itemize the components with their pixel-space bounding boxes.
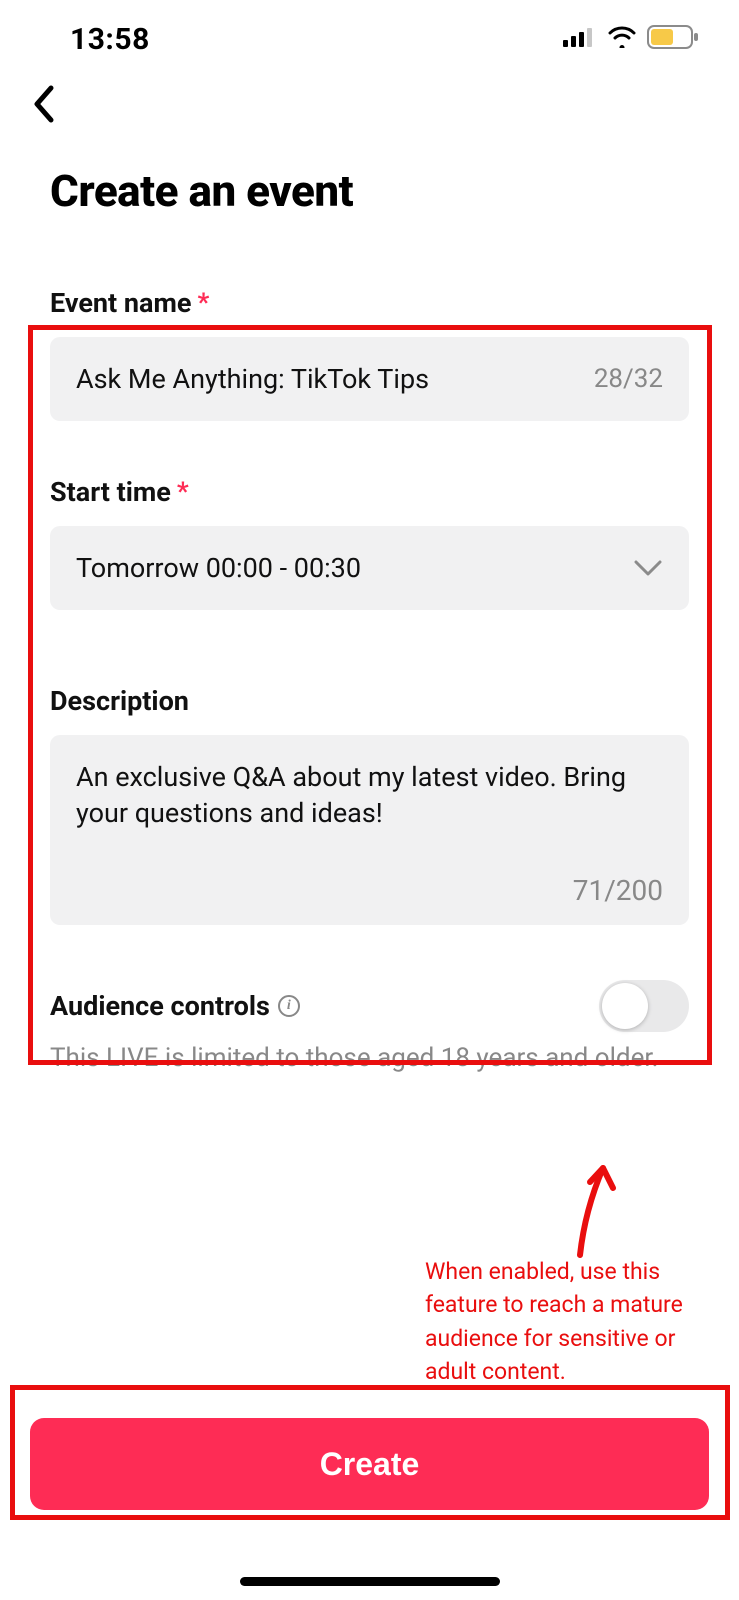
chevron-left-icon bbox=[31, 85, 57, 123]
event-name-label: Event name * bbox=[50, 287, 689, 319]
event-form: Event name * Ask Me Anything: TikTok Tip… bbox=[0, 287, 739, 925]
battery-icon bbox=[647, 25, 699, 53]
audience-subtitle: This LIVE is limited to those aged 18 ye… bbox=[50, 1040, 689, 1076]
description-label-text: Description bbox=[50, 685, 189, 717]
description-label: Description bbox=[50, 685, 689, 717]
description-value: An exclusive Q&A about my latest video. … bbox=[76, 759, 663, 832]
create-button[interactable]: Create bbox=[30, 1418, 709, 1510]
info-icon[interactable]: i bbox=[278, 995, 300, 1017]
audience-controls-section: Audience controls i This LIVE is limited… bbox=[0, 980, 739, 1076]
annotation-arrow bbox=[565, 1160, 625, 1264]
signal-icon bbox=[563, 27, 597, 51]
status-icons bbox=[563, 25, 699, 53]
start-time-label-text: Start time bbox=[50, 476, 171, 508]
event-name-group: Event name * Ask Me Anything: TikTok Tip… bbox=[50, 287, 689, 421]
back-button[interactable] bbox=[20, 80, 68, 128]
description-group: Description An exclusive Q&A about my la… bbox=[50, 685, 689, 925]
page-title: Create an event bbox=[0, 140, 739, 227]
start-time-label: Start time * bbox=[50, 476, 689, 508]
start-time-group: Start time * Tomorrow 00:00 - 00:30 bbox=[50, 476, 689, 610]
chevron-down-icon bbox=[633, 552, 663, 584]
description-counter: 71/200 bbox=[76, 874, 663, 907]
description-input[interactable]: An exclusive Q&A about my latest video. … bbox=[50, 735, 689, 925]
event-name-label-text: Event name bbox=[50, 287, 191, 319]
status-bar: 13:58 bbox=[0, 0, 739, 70]
toggle-knob bbox=[602, 983, 648, 1029]
event-name-input[interactable]: Ask Me Anything: TikTok Tips 28/32 bbox=[50, 337, 689, 421]
audience-title-wrap: Audience controls i bbox=[50, 990, 300, 1022]
audience-title: Audience controls bbox=[50, 990, 270, 1022]
required-indicator: * bbox=[197, 288, 209, 318]
home-indicator bbox=[240, 1577, 500, 1586]
event-name-counter: 28/32 bbox=[594, 364, 663, 394]
audience-header: Audience controls i bbox=[50, 980, 689, 1032]
nav-bar bbox=[0, 70, 739, 140]
annotation-text: When enabled, use this feature to reach … bbox=[425, 1255, 685, 1388]
start-time-value: Tomorrow 00:00 - 00:30 bbox=[76, 552, 361, 584]
required-indicator: * bbox=[177, 477, 189, 507]
start-time-select[interactable]: Tomorrow 00:00 - 00:30 bbox=[50, 526, 689, 610]
audience-toggle[interactable] bbox=[599, 980, 689, 1032]
status-time: 13:58 bbox=[70, 22, 150, 57]
create-button-label: Create bbox=[320, 1446, 420, 1483]
event-name-value: Ask Me Anything: TikTok Tips bbox=[76, 363, 429, 395]
wifi-icon bbox=[607, 26, 637, 52]
